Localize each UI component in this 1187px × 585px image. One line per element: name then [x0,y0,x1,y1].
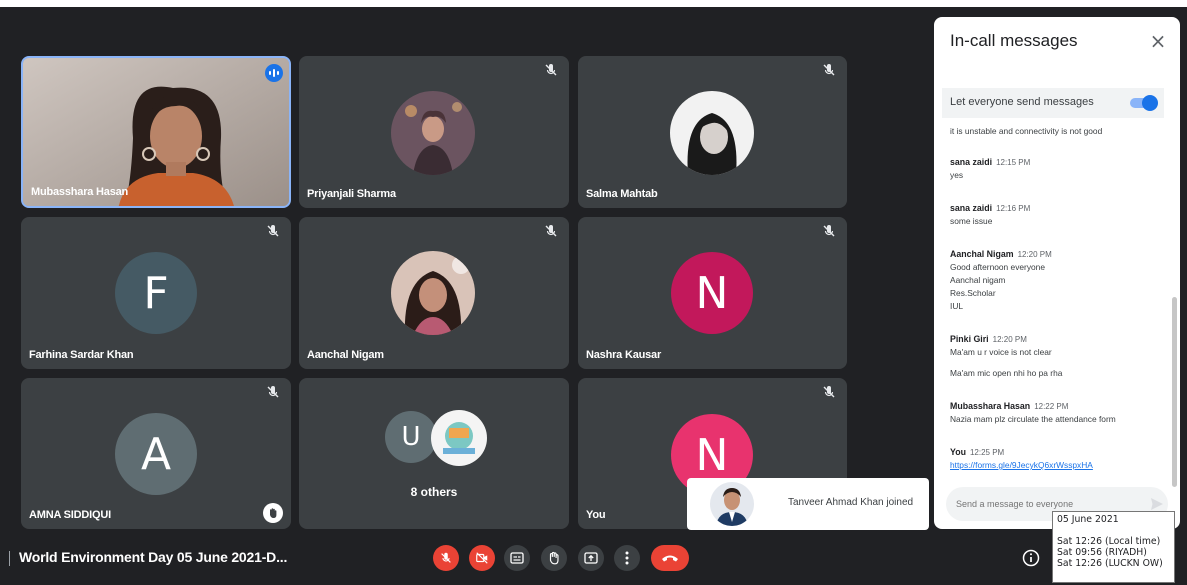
message-text: it is unstable and connectivity is not g… [950,126,1103,136]
message-sender: Mubasshara Hasan [950,401,1031,411]
present-icon [584,552,598,564]
join-notification: Tanveer Ahmad Khan joined [687,478,929,530]
others-count-label: 8 others [410,485,458,499]
close-icon[interactable]: × [1146,29,1170,53]
camera-off-icon [476,552,488,564]
participant-avatar [391,251,475,335]
allow-messages-toggle[interactable] [1130,95,1158,111]
chat-message: Pinki Giri 12:20 PM Ma'am u r voice is no… [950,333,1165,380]
more-options-icon [625,551,629,565]
message-text: Good afternoon everyone [950,262,1045,272]
message-text: Ma'am mic open nhi ho pa rha [950,368,1063,378]
message-sender: sana zaidi [950,157,993,167]
participant-name: Mubasshara Hasan [31,186,129,198]
message-time: 12:20 PM [992,335,1027,344]
end-call-button[interactable] [651,545,689,571]
allow-messages-label: Let everyone send messages [950,96,1094,108]
message-link[interactable]: https://forms.gle/9JecykQ6xrWsspxHA [950,459,1165,472]
present-button[interactable] [578,545,604,571]
time-tooltip: 05 June 2021 Sat 12:26 (Local time) Sat … [1052,511,1175,583]
message-text: IUL [950,301,964,311]
window-top-strip [0,0,1187,7]
message-sender: You [950,447,966,457]
mic-muted-icon [267,225,279,237]
participant-avatar-letter: N [671,252,753,334]
participant-tile-amna[interactable]: A AMNA SIDDIQUI [21,378,291,529]
meeting-info-icon[interactable] [1022,549,1040,567]
message-time: 12:22 PM [1034,402,1069,411]
chat-message: sana zaidi 12:15 PM yes [950,156,1165,182]
tooltip-local-time: Sat 12:26 (Local time) [1057,536,1161,547]
mic-off-button[interactable] [433,545,459,571]
end-call-icon [662,555,678,562]
participant-name: Farhina Sardar Khan [29,349,134,361]
participant-avatar-letter: F [115,252,197,334]
message-time: 12:20 PM [1017,250,1052,259]
chat-scrollbar[interactable] [1172,297,1177,487]
others-avatar-letter: U [385,411,437,463]
joined-participant-avatar [710,482,754,526]
mic-muted-icon [545,225,557,237]
allow-messages-row: Let everyone send messages [942,88,1164,118]
message-sender: Pinki Giri [950,334,989,344]
raise-hand-button[interactable] [541,545,567,571]
chat-message: You 12:25 PM https://forms.gle/9JecykQ6xr… [950,446,1165,472]
tooltip-date: 05 June 2021 [1057,514,1119,525]
message-text: yes [950,170,964,180]
captions-button[interactable] [504,545,530,571]
participant-avatar [391,91,475,175]
participant-tile-mubasshara[interactable]: Mubasshara Hasan [21,56,291,208]
chat-message: sana zaidi 12:16 PM some issue [950,202,1165,228]
tooltip-riyadh-time: Sat 09:56 (RIYADH) [1057,547,1147,558]
participant-avatar-letter: A [115,413,197,495]
meeting-title: World Environment Day 05 June 2021-D... [9,549,287,566]
message-text: Res.Scholar [950,288,996,298]
send-icon[interactable] [1150,497,1164,511]
raise-hand-icon [549,551,559,565]
message-text: Ma'am u r voice is not clear [950,347,1052,357]
mic-muted-icon [823,386,835,398]
participant-tile-priyanjali[interactable]: Priyanjali Sharma [299,56,569,208]
chat-message: it is unstable and connectivity is not g… [950,125,1165,138]
mic-muted-icon [823,64,835,76]
mic-muted-icon [823,225,835,237]
join-notification-text: Tanveer Ahmad Khan joined [788,497,914,508]
participant-name: AMNA SIDDIQUI [29,509,111,521]
message-time: 12:16 PM [996,204,1031,213]
participant-name: Priyanjali Sharma [307,188,396,200]
message-time: 12:15 PM [996,158,1031,167]
participant-avatar [670,91,754,175]
camera-off-button[interactable] [469,545,495,571]
mic-muted-icon [545,64,557,76]
others-avatar-photo [431,410,487,466]
participant-tile-nashra[interactable]: N Nashra Kausar [578,217,847,369]
message-sender: Aanchal Nigam [950,249,1014,259]
mic-off-icon [441,552,451,563]
chat-panel: In-call messages × Let everyone send mes… [934,17,1180,529]
chat-message: Mubasshara Hasan 12:22 PM Nazia mam plz c… [950,400,1165,426]
participant-name: Salma Mahtab [586,188,658,200]
participant-name: Aanchal Nigam [307,349,384,361]
more-options-button[interactable] [614,545,640,571]
participant-name: Nashra Kausar [586,349,662,361]
tooltip-lucknow-time: Sat 12:26 (LUCKN OW) [1057,558,1163,569]
message-sender: sana zaidi [950,203,993,213]
participant-name: You [586,509,606,521]
message-text: Aanchal nigam [950,275,1006,285]
message-text: some issue [950,216,993,226]
chat-panel-title: In-call messages [950,31,1078,50]
participant-tile-others[interactable]: U 8 others [299,378,569,529]
message-time: 12:25 PM [969,448,1005,457]
chat-message: Aanchal Nigam 12:20 PM Good afternoon eve… [950,248,1165,313]
speaking-indicator-icon [265,64,283,82]
participant-tile-salma[interactable]: Salma Mahtab [578,56,847,208]
hand-raised-icon [263,503,283,523]
mic-muted-icon [267,386,279,398]
participant-tile-aanchal[interactable]: Aanchal Nigam [299,217,569,369]
captions-icon [510,552,524,564]
participant-tile-farhina[interactable]: F Farhina Sardar Khan [21,217,291,369]
message-text: Nazia mam plz circulate the attendance f… [950,414,1116,424]
chat-message-list: it is unstable and connectivity is not g… [950,125,1165,492]
